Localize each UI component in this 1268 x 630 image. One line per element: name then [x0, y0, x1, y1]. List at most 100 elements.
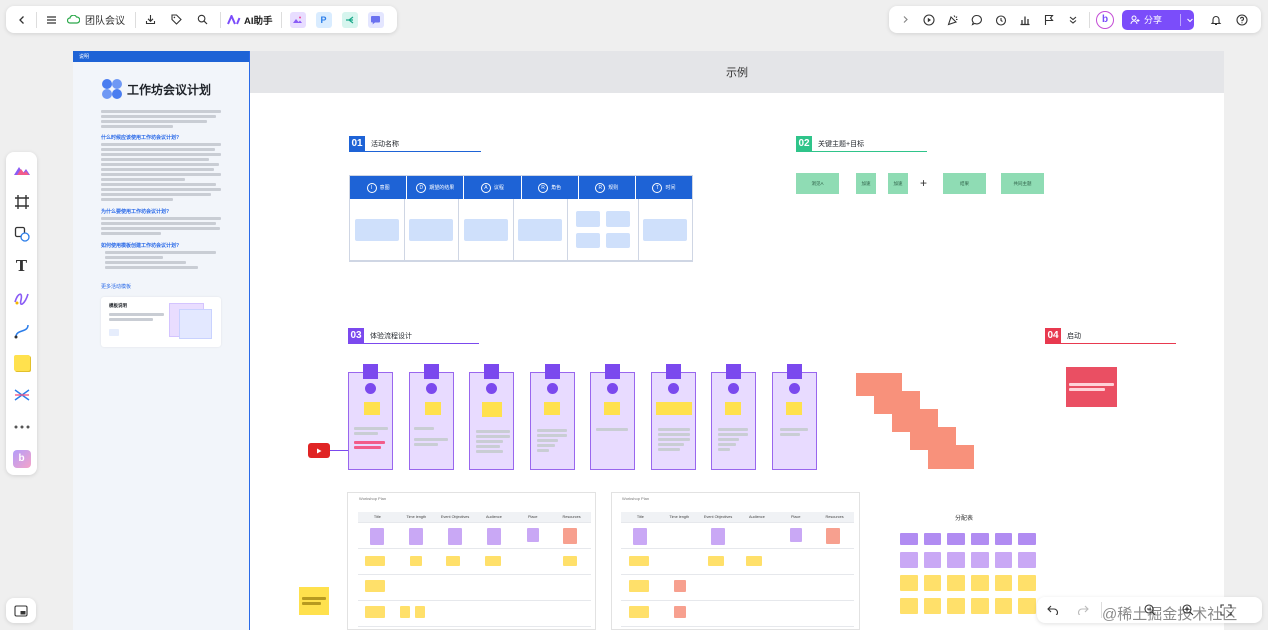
plan-card[interactable] [365, 606, 385, 618]
plan-card[interactable] [448, 528, 462, 545]
plan-card[interactable] [370, 528, 384, 545]
allocation-cell[interactable] [947, 533, 965, 545]
sticky-note[interactable] [299, 587, 329, 615]
plan-card[interactable] [485, 556, 501, 566]
plan-card[interactable] [708, 556, 724, 566]
allocation-cell[interactable] [994, 533, 1013, 545]
hamburger-icon[interactable] [43, 12, 59, 28]
chart-icon[interactable] [1017, 12, 1033, 28]
chat-app-icon[interactable] [367, 11, 384, 28]
plan-card[interactable] [563, 528, 577, 544]
sticky-card[interactable] [576, 211, 600, 227]
connector-icon[interactable] [9, 321, 35, 339]
plan-card[interactable] [527, 528, 539, 542]
help-icon[interactable] [1234, 12, 1250, 28]
chevron-down-icon[interactable] [1186, 16, 1194, 24]
more-icon[interactable] [9, 418, 35, 436]
sticky-card[interactable] [643, 218, 688, 241]
plan-card[interactable] [563, 556, 577, 566]
chevron-left-icon[interactable] [14, 12, 30, 28]
tag-icon[interactable] [168, 12, 184, 28]
allocation-cell[interactable] [900, 575, 918, 591]
allocation-cell[interactable] [970, 575, 989, 591]
allocation-cell[interactable] [1018, 575, 1036, 591]
allocation-cell[interactable] [1018, 598, 1036, 614]
mindmap-icon[interactable] [9, 386, 35, 404]
plan-card[interactable] [410, 556, 422, 566]
mindmap-app-icon[interactable] [341, 11, 358, 28]
templates-icon[interactable] [9, 161, 35, 179]
sticky-note[interactable] [425, 402, 441, 415]
sticky-note-icon[interactable] [9, 354, 35, 372]
sticky-card[interactable] [354, 218, 399, 241]
party-icon[interactable] [945, 12, 961, 28]
flag-icon[interactable] [1041, 12, 1057, 28]
comment-icon[interactable] [969, 12, 985, 28]
ai-assistant-button[interactable]: AI助手 [227, 13, 273, 27]
sticky-note[interactable] [928, 445, 974, 469]
allocation-cell[interactable] [947, 575, 965, 591]
plan-card[interactable] [629, 580, 649, 592]
allocation-cell[interactable] [947, 552, 965, 568]
video-play-icon[interactable] [308, 443, 330, 458]
launch-note[interactable] [1066, 367, 1117, 407]
double-chevron-down-icon[interactable] [1065, 12, 1081, 28]
doc-title[interactable]: 团队会议 [85, 12, 125, 27]
download-icon[interactable] [142, 12, 158, 28]
plugin-icon[interactable]: b [9, 449, 35, 468]
plan-card[interactable] [711, 528, 725, 545]
sticky-note[interactable] [482, 402, 502, 417]
plan-card[interactable] [365, 580, 385, 592]
allocation-cell[interactable] [923, 552, 942, 568]
sticky-note[interactable] [544, 402, 560, 415]
allocation-cell[interactable] [923, 533, 942, 545]
plan-card[interactable] [746, 556, 762, 566]
redo-icon[interactable] [1075, 602, 1091, 618]
plan-card[interactable] [629, 556, 649, 566]
sticky-card[interactable] [605, 211, 630, 227]
plan-card[interactable] [674, 606, 686, 618]
frame-icon[interactable] [9, 193, 35, 211]
pen-icon[interactable] [9, 289, 35, 307]
text-icon[interactable]: T [9, 257, 35, 275]
search-icon[interactable] [194, 12, 210, 28]
allocation-cell[interactable] [970, 533, 989, 545]
board-title[interactable]: 示例 [726, 64, 748, 80]
allocation-cell[interactable] [900, 533, 918, 545]
plan-card[interactable] [400, 606, 410, 618]
plan-card[interactable] [633, 528, 647, 545]
plan-card[interactable] [365, 556, 385, 566]
shapes-icon[interactable] [9, 225, 35, 243]
avatar[interactable]: b [1096, 10, 1114, 29]
plan-card[interactable] [487, 528, 501, 545]
allocation-cell[interactable] [1018, 552, 1036, 568]
play-icon[interactable] [921, 12, 937, 28]
allocation-cell[interactable] [1018, 533, 1036, 545]
sticky-note[interactable] [656, 402, 692, 415]
allocation-cell[interactable] [994, 598, 1013, 614]
allocation-cell[interactable] [900, 598, 918, 614]
allocation-cell[interactable] [994, 575, 1013, 591]
plan-card[interactable] [629, 606, 649, 618]
plan-card[interactable] [826, 528, 840, 544]
plan-card[interactable] [446, 556, 460, 566]
image-app-icon[interactable] [289, 11, 306, 28]
goal-card[interactable]: 共同主题 [1001, 173, 1044, 194]
sticky-card[interactable] [518, 218, 563, 241]
allocation-cell[interactable] [970, 598, 989, 614]
plan-card[interactable] [674, 580, 686, 592]
sticky-note[interactable] [604, 402, 620, 415]
allocation-cell[interactable] [900, 552, 918, 568]
allocation-cell[interactable] [970, 552, 989, 568]
allocation-cell[interactable] [947, 598, 965, 614]
minimap-icon[interactable] [6, 598, 36, 623]
sticky-card[interactable] [605, 232, 630, 248]
bell-icon[interactable] [1208, 12, 1224, 28]
share-button[interactable]: 分享 [1122, 9, 1194, 30]
goal-card[interactable]: 洞见A [796, 173, 839, 194]
plan-card[interactable] [409, 528, 423, 545]
template-card-button[interactable] [109, 329, 119, 336]
goal-card[interactable]: 加速 [856, 173, 876, 194]
sticky-note[interactable] [786, 402, 802, 415]
goal-card[interactable]: 加速 [888, 173, 908, 194]
